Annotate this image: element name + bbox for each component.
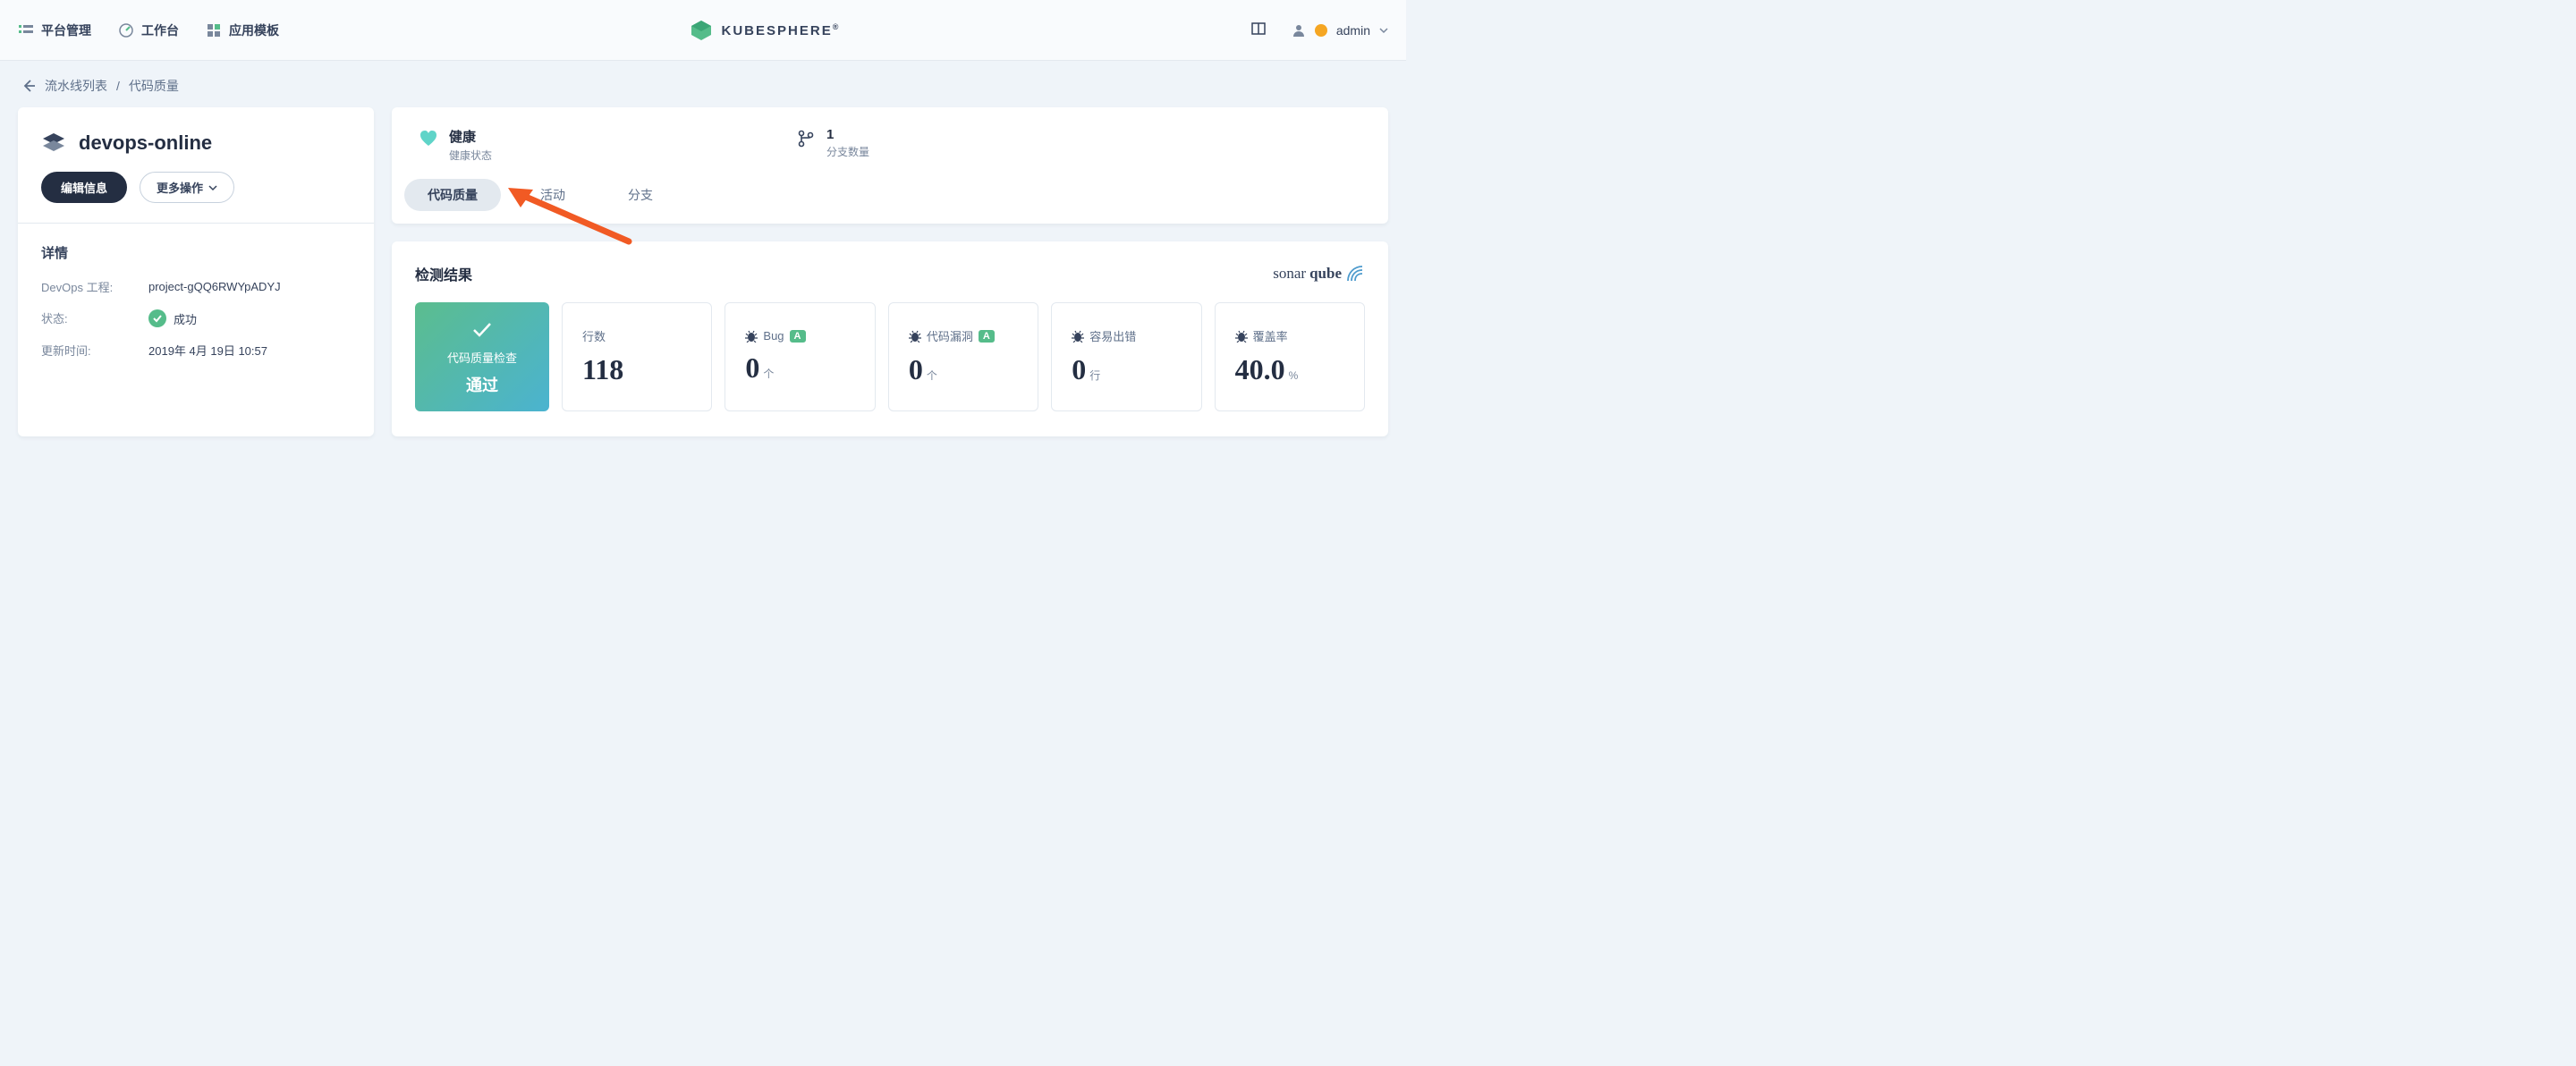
metric-value: 0 bbox=[1072, 353, 1086, 386]
breadcrumb-current: 代码质量 bbox=[129, 77, 179, 95]
check-icon bbox=[470, 318, 494, 342]
kubesphere-logo-icon bbox=[690, 19, 713, 42]
edit-info-button[interactable]: 编辑信息 bbox=[41, 172, 127, 203]
more-actions-label: 更多操作 bbox=[157, 179, 203, 196]
nav-label: 工作台 bbox=[141, 21, 179, 39]
status-dot-icon bbox=[1315, 24, 1327, 37]
brand: KUBESPHERE® bbox=[279, 19, 1250, 42]
metric-coverage: 覆盖率 40.0 % bbox=[1215, 302, 1365, 411]
sonar-text2: qube bbox=[1309, 265, 1342, 283]
metric-label: 覆盖率 bbox=[1253, 327, 1288, 344]
stack-icon bbox=[41, 131, 66, 156]
health-subtitle: 健康状态 bbox=[449, 148, 492, 163]
health-title: 健康 bbox=[449, 127, 492, 146]
metric-unit: % bbox=[1289, 369, 1299, 382]
list-icon bbox=[18, 22, 34, 38]
metric-bugs: Bug A 0 个 bbox=[724, 302, 875, 411]
devops-project-value: project-gQQ6RWYpADYJ bbox=[148, 278, 281, 295]
pipeline-side-card: devops-online 编辑信息 更多操作 详情 DevOps 工程: pr… bbox=[18, 107, 374, 436]
quality-gate-pass: 代码质量检查 通过 bbox=[415, 302, 549, 411]
bug-icon bbox=[1235, 330, 1248, 343]
branch-subtitle: 分支数量 bbox=[826, 144, 869, 159]
metric-label: 代码漏洞 bbox=[927, 327, 973, 344]
breadcrumb-parent[interactable]: 流水线列表 bbox=[45, 77, 107, 95]
metric-value: 118 bbox=[582, 353, 623, 386]
nav-label: 应用模板 bbox=[229, 21, 279, 39]
status-label: 状态: bbox=[41, 309, 148, 327]
tab-code-quality[interactable]: 代码质量 bbox=[404, 179, 501, 211]
pass-label1: 代码质量检查 bbox=[447, 349, 517, 366]
metric-label: 行数 bbox=[582, 327, 606, 344]
nav-workbench[interactable]: 工作台 bbox=[118, 21, 179, 39]
metric-code-smells: 容易出错 0 行 bbox=[1051, 302, 1201, 411]
back-arrow-icon[interactable] bbox=[21, 79, 36, 93]
metric-unit: 行 bbox=[1089, 368, 1100, 383]
branch-count: 1 bbox=[826, 127, 869, 142]
status-value: 成功 bbox=[174, 310, 197, 327]
sonar-text1: sonar bbox=[1273, 265, 1306, 283]
metric-unit: 个 bbox=[927, 368, 937, 383]
tabs: 代码质量 活动 分支 bbox=[392, 179, 1388, 224]
grid-icon bbox=[206, 22, 222, 38]
breadcrumb-sep: / bbox=[116, 79, 120, 93]
bug-icon bbox=[909, 330, 921, 343]
tab-activity[interactable]: 活动 bbox=[517, 179, 589, 211]
devops-project-label: DevOps 工程: bbox=[41, 278, 148, 295]
username: admin bbox=[1336, 23, 1370, 38]
success-check-icon bbox=[148, 309, 166, 327]
updated-value: 2019年 4月 19日 10:57 bbox=[148, 342, 267, 359]
metric-vulnerabilities: 代码漏洞 A 0 个 bbox=[888, 302, 1038, 411]
chevron-down-icon bbox=[208, 183, 217, 192]
details-heading: 详情 bbox=[41, 243, 351, 262]
tab-branches[interactable]: 分支 bbox=[605, 179, 676, 211]
metric-label: Bug bbox=[763, 329, 784, 343]
branch-icon bbox=[796, 129, 816, 148]
topnav-right: admin bbox=[1250, 21, 1388, 39]
nav-platform-manage[interactable]: 平台管理 bbox=[18, 21, 91, 39]
nav-app-templates[interactable]: 应用模板 bbox=[206, 21, 279, 39]
pipeline-title: devops-online bbox=[79, 131, 212, 155]
breadcrumb: 流水线列表 / 代码质量 bbox=[0, 61, 1406, 107]
user-icon bbox=[1292, 23, 1306, 38]
updated-label: 更新时间: bbox=[41, 342, 148, 359]
grade-badge: A bbox=[979, 330, 995, 343]
gauge-icon bbox=[118, 22, 134, 38]
metric-value: 40.0 bbox=[1235, 353, 1285, 386]
metric-lines: 行数 118 bbox=[562, 302, 712, 411]
chevron-down-icon bbox=[1379, 26, 1388, 35]
grade-badge: A bbox=[790, 330, 806, 343]
metric-value: 0 bbox=[909, 353, 923, 386]
scan-results-card: 检测结果 sonarqube 代码质量检查 通过 行数 118 bbox=[392, 241, 1388, 436]
top-navbar: 平台管理 工作台 应用模板 KUBESPHERE® admin bbox=[0, 0, 1406, 61]
sonarqube-logo: sonarqube bbox=[1273, 264, 1365, 283]
pipeline-header-card: 健康 健康状态 1 分支数量 代码质量 活动 分支 bbox=[392, 107, 1388, 224]
metric-unit: 个 bbox=[763, 366, 774, 381]
topnav-left: 平台管理 工作台 应用模板 bbox=[18, 21, 279, 39]
docs-icon[interactable] bbox=[1250, 21, 1267, 39]
metric-value: 0 bbox=[745, 351, 759, 385]
user-menu[interactable]: admin bbox=[1292, 23, 1388, 38]
results-title: 检测结果 bbox=[415, 263, 472, 284]
heart-icon bbox=[419, 129, 438, 148]
bug-icon bbox=[745, 330, 758, 343]
bug-icon bbox=[1072, 330, 1084, 343]
nav-label: 平台管理 bbox=[41, 21, 91, 39]
more-actions-button[interactable]: 更多操作 bbox=[140, 172, 234, 203]
pass-label2: 通过 bbox=[466, 373, 498, 396]
metric-label: 容易出错 bbox=[1089, 327, 1136, 344]
brand-text: KUBESPHERE® bbox=[722, 22, 841, 38]
sonar-wave-icon bbox=[1345, 264, 1365, 283]
